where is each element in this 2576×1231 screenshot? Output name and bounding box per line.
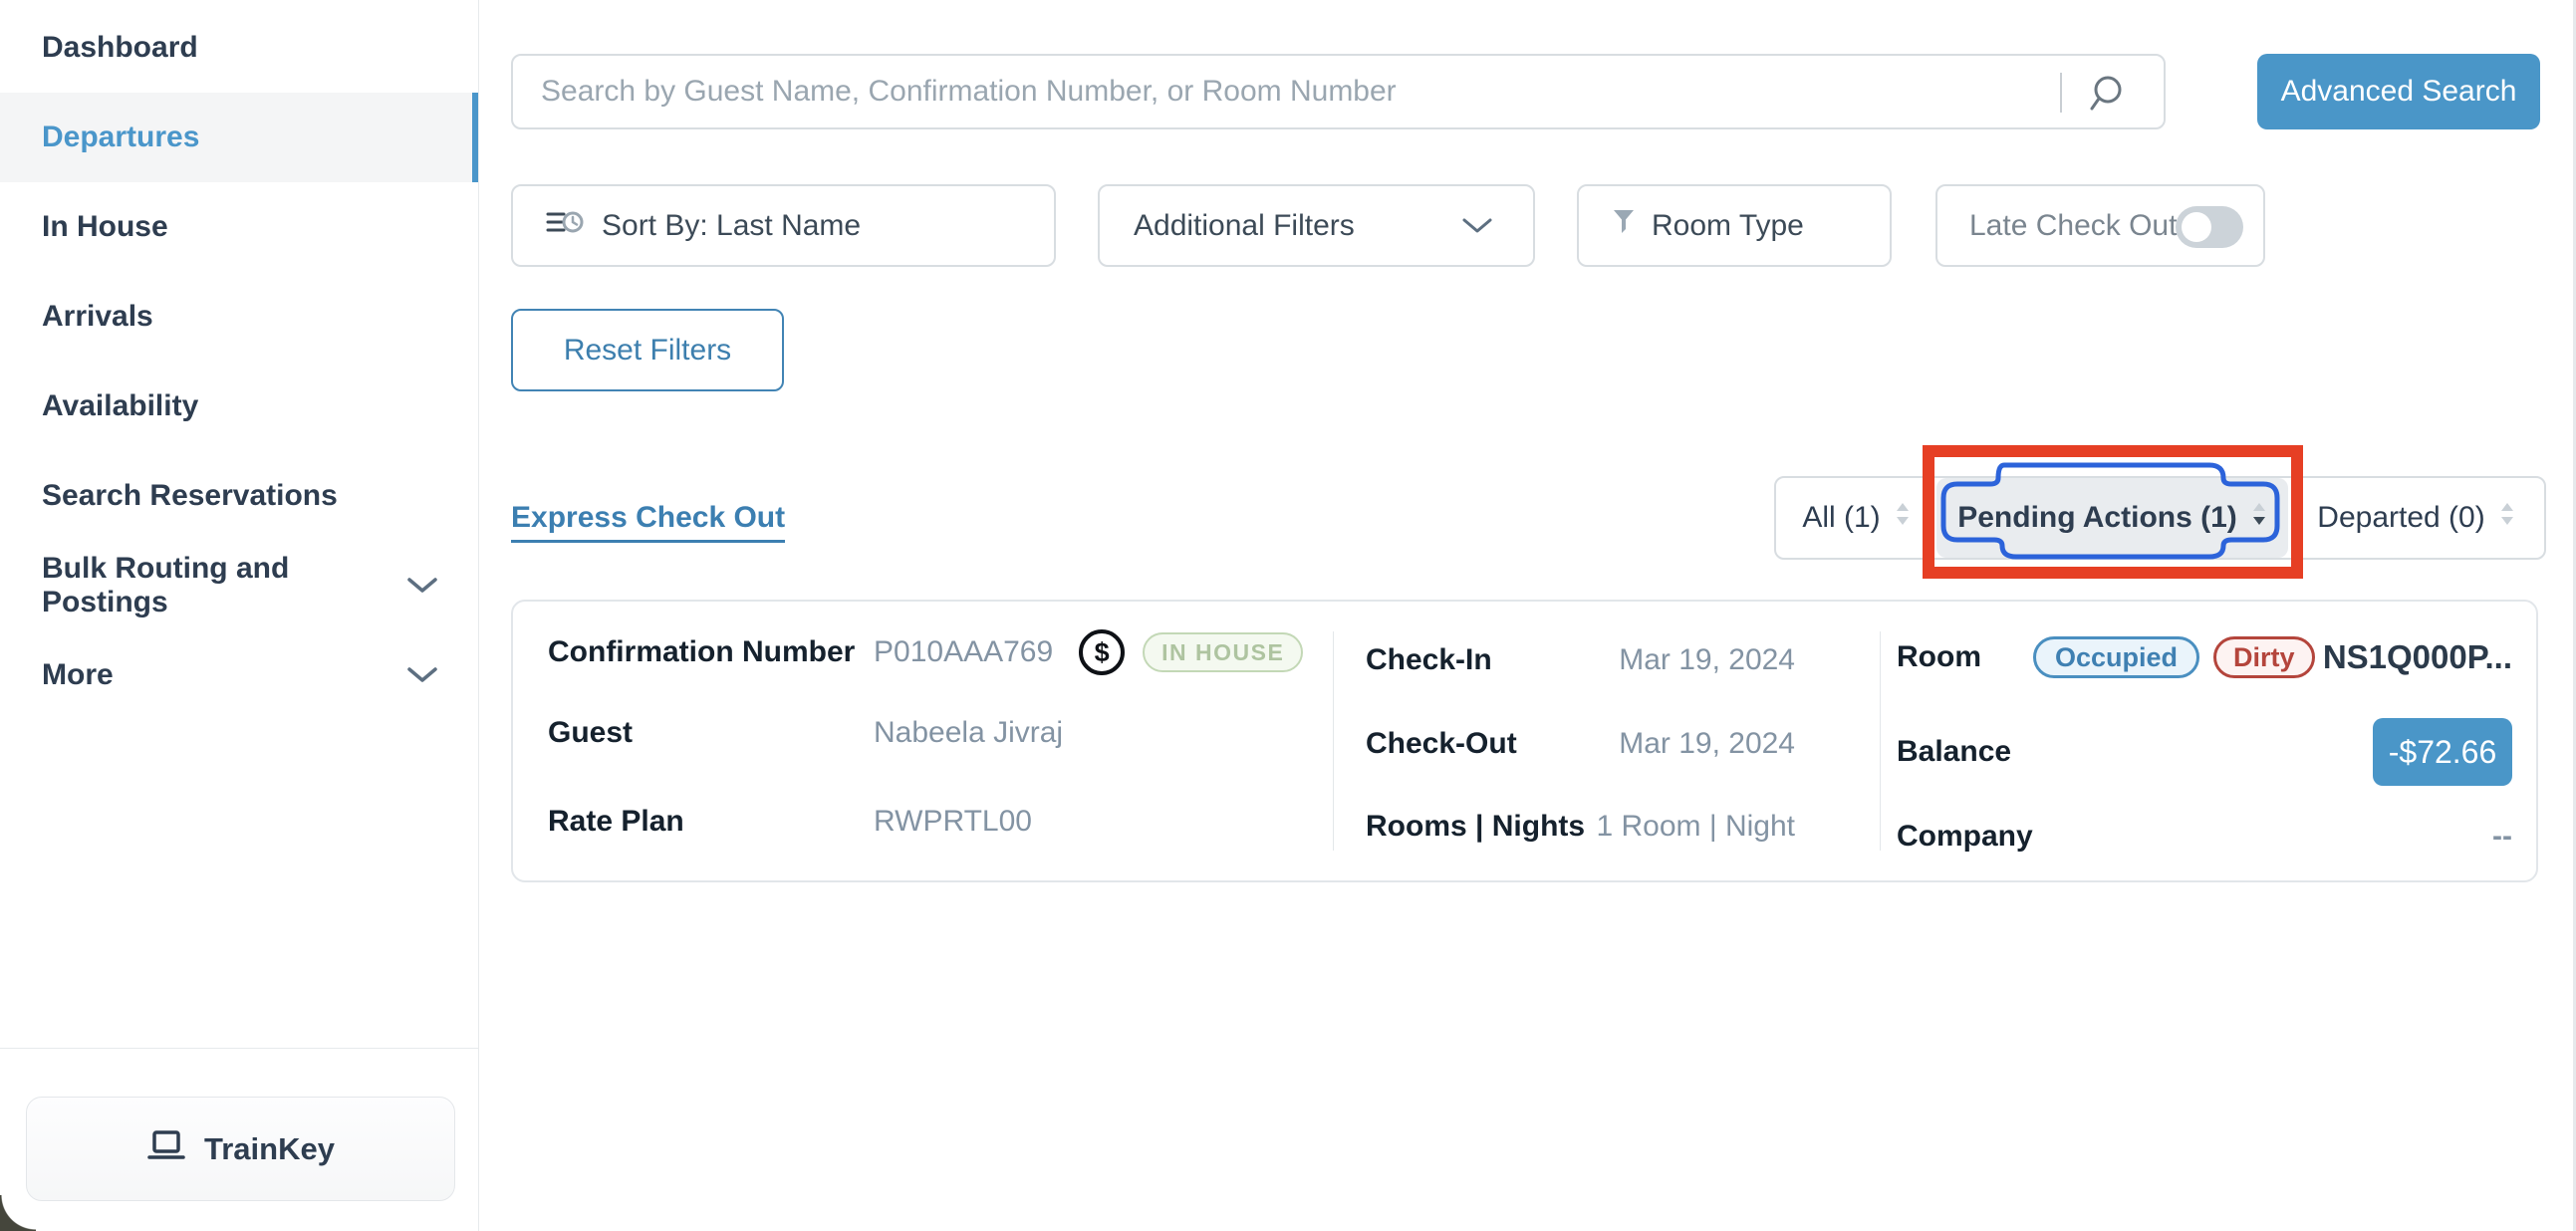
sidebar-divider xyxy=(0,1048,479,1049)
occupied-status-badge: Occupied xyxy=(2033,636,2199,678)
room-type-label: Room Type xyxy=(1652,209,1804,243)
balance-label: Balance xyxy=(1897,735,2011,769)
sidebar-nav: Dashboard Departures In House Arrivals A… xyxy=(0,3,478,720)
sort-by-label: Sort By: Last Name xyxy=(602,209,861,243)
tab-pending-actions-label: Pending Actions (1) xyxy=(1957,501,2237,535)
card-divider xyxy=(1333,631,1334,851)
check-out-row: Check-Out Mar 19, 2024 xyxy=(1366,722,1795,766)
sidebar-item-label: Bulk Routing and Postings xyxy=(42,552,406,619)
late-check-out-label: Late Check Out xyxy=(1969,209,2177,243)
sidebar-item-dashboard[interactable]: Dashboard xyxy=(0,3,478,93)
sidebar-item-in-house[interactable]: In House xyxy=(0,182,478,272)
main-content: Advanced Search Sort By: Last Name Addit… xyxy=(480,0,2576,1231)
confirmation-label: Confirmation Number xyxy=(548,635,874,669)
sort-arrows-icon xyxy=(2499,501,2515,535)
funnel-icon xyxy=(1612,209,1636,243)
sidebar-item-label: More xyxy=(42,658,114,692)
search-input[interactable] xyxy=(513,56,2047,127)
in-house-status-badge: IN HOUSE xyxy=(1143,632,1303,672)
check-in-value: Mar 19, 2024 xyxy=(1619,643,1795,677)
departures-status-tabs: All (1) Pending Actions (1) Departed (0) xyxy=(1774,476,2546,560)
trainkey-button[interactable]: TrainKey xyxy=(26,1097,455,1201)
advanced-search-button[interactable]: Advanced Search xyxy=(2257,54,2540,129)
sidebar-item-bulk-routing-and-postings[interactable]: Bulk Routing and Postings xyxy=(0,541,478,630)
room-number-value: NS1Q000P... xyxy=(2323,638,2512,676)
sidebar-item-departures[interactable]: Departures xyxy=(0,93,478,182)
guest-row: Guest Nabeela Jivraj xyxy=(548,711,1325,755)
balance-amount-button[interactable]: -$72.66 xyxy=(2373,718,2512,786)
company-value: -- xyxy=(2492,820,2512,854)
sidebar-item-availability[interactable]: Availability xyxy=(0,362,478,451)
laptop-icon xyxy=(146,1129,186,1168)
chevron-down-icon xyxy=(406,569,438,603)
rate-plan-row: Rate Plan RWPRTL00 xyxy=(548,800,1325,844)
check-in-label: Check-In xyxy=(1366,643,1492,677)
company-row: Company -- xyxy=(1897,815,2512,859)
card-divider xyxy=(1880,631,1881,851)
confirmation-row: Confirmation Number P010AAA769 $ IN HOUS… xyxy=(548,630,1325,674)
tab-departed[interactable]: Departed (0) xyxy=(2288,478,2544,558)
sort-by-button[interactable]: Sort By: Last Name xyxy=(511,184,1056,267)
sort-by-time-icon xyxy=(546,207,584,245)
guest-value: Nabeela Jivraj xyxy=(874,716,1063,750)
room-label: Room xyxy=(1897,640,1981,674)
tab-departed-label: Departed (0) xyxy=(2317,501,2484,535)
rate-plan-value: RWPRTL00 xyxy=(874,805,1032,839)
sidebar-item-more[interactable]: More xyxy=(0,630,478,720)
sidebar-item-label: Arrivals xyxy=(42,300,153,334)
sort-arrows-icon xyxy=(2251,501,2267,535)
rate-plan-label: Rate Plan xyxy=(548,805,874,839)
confirmation-value: P010AAA769 xyxy=(874,635,1053,669)
balance-row: Balance -$72.66 xyxy=(1897,718,2512,786)
search-icon[interactable] xyxy=(2086,74,2126,119)
room-type-filter-button[interactable]: Room Type xyxy=(1577,184,1892,267)
late-check-out-filter[interactable]: Late Check Out xyxy=(1935,184,2265,267)
additional-filters-dropdown[interactable]: Additional Filters xyxy=(1098,184,1535,267)
sidebar-item-arrivals[interactable]: Arrivals xyxy=(0,272,478,362)
room-row: Room Occupied Dirty NS1Q000P... xyxy=(1897,635,2512,679)
sort-arrows-icon xyxy=(1895,501,1911,535)
tab-all-label: All (1) xyxy=(1802,501,1880,535)
search-divider xyxy=(2060,73,2062,113)
tab-pending-actions[interactable]: Pending Actions (1) xyxy=(1936,478,2288,558)
sidebar-item-label: Departures xyxy=(42,121,199,154)
late-check-out-toggle[interactable] xyxy=(2176,206,2243,248)
chevron-down-icon xyxy=(1461,209,1493,243)
sidebar-item-label: Search Reservations xyxy=(42,479,338,513)
sidebar-item-label: In House xyxy=(42,210,168,244)
rooms-nights-label: Rooms | Nights xyxy=(1366,810,1585,844)
search-box xyxy=(511,54,2166,129)
tab-all[interactable]: All (1) xyxy=(1776,478,1936,558)
guest-label: Guest xyxy=(548,716,874,750)
express-check-out-link[interactable]: Express Check Out xyxy=(511,501,785,543)
sidebar-item-label: Dashboard xyxy=(42,31,198,65)
screen-corner xyxy=(0,1195,36,1231)
reset-filters-button[interactable]: Reset Filters xyxy=(511,309,784,391)
departures-page: Dashboard Departures In House Arrivals A… xyxy=(0,0,2576,1231)
dirty-status-badge: Dirty xyxy=(2213,636,2315,678)
check-out-label: Check-Out xyxy=(1366,727,1517,761)
rooms-nights-row: Rooms | Nights 1 Room | Night xyxy=(1366,805,1795,849)
trainkey-label: TrainKey xyxy=(204,1131,335,1167)
check-in-row: Check-In Mar 19, 2024 xyxy=(1366,638,1795,682)
payment-dollar-icon[interactable]: $ xyxy=(1079,629,1125,675)
company-label: Company xyxy=(1897,820,2033,854)
chevron-down-icon xyxy=(406,658,438,692)
check-out-value: Mar 19, 2024 xyxy=(1619,727,1795,761)
reservation-card[interactable]: Confirmation Number P010AAA769 $ IN HOUS… xyxy=(511,600,2538,882)
sidebar-item-label: Availability xyxy=(42,389,198,423)
rooms-nights-value: 1 Room | Night xyxy=(1596,810,1795,844)
sidebar-item-search-reservations[interactable]: Search Reservations xyxy=(0,451,478,541)
sidebar: Dashboard Departures In House Arrivals A… xyxy=(0,0,479,1231)
additional-filters-label: Additional Filters xyxy=(1134,209,1355,243)
toggle-knob xyxy=(2182,212,2211,242)
